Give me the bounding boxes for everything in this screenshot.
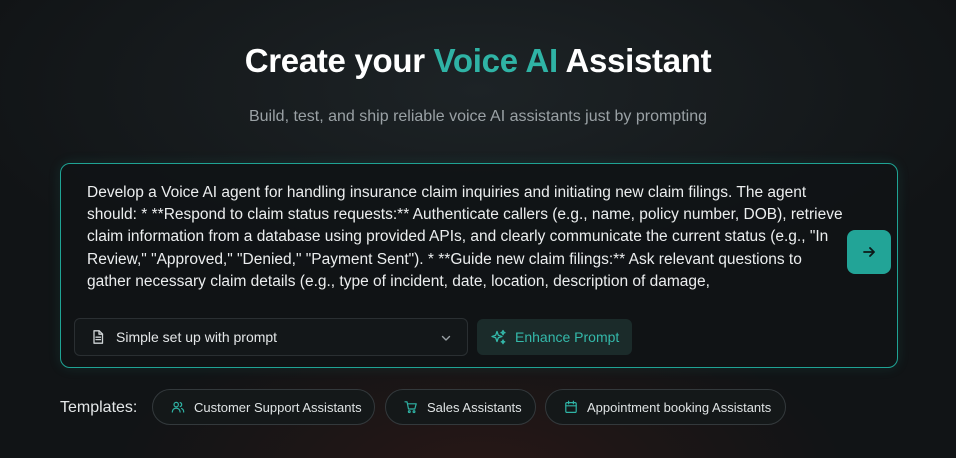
send-button[interactable] xyxy=(847,230,891,274)
template-label: Customer Support Assistants xyxy=(194,399,362,415)
template-label: Sales Assistants xyxy=(427,399,522,415)
sparkle-icon xyxy=(490,329,507,346)
prompt-input[interactable]: Develop a Voice AI agent for handling in… xyxy=(87,182,847,292)
templates-label: Templates: xyxy=(60,399,138,416)
template-sales[interactable]: Sales Assistants xyxy=(385,389,536,425)
template-customer-support[interactable]: Customer Support Assistants xyxy=(152,389,375,425)
page-subtitle: Build, test, and ship reliable voice AI … xyxy=(248,108,707,125)
prompt-card: Develop a Voice AI agent for handling in… xyxy=(60,163,898,368)
enhance-prompt-button[interactable]: Enhance Prompt xyxy=(477,319,632,355)
calendar-icon xyxy=(564,400,578,414)
template-label: Appointment booking Assistants xyxy=(587,399,772,415)
setup-mode-label: Simple set up with prompt xyxy=(116,329,278,345)
setup-mode-select[interactable]: Simple set up with prompt xyxy=(74,318,468,356)
document-icon xyxy=(90,329,106,345)
page-title: Create your Voice AI Assistant xyxy=(0,40,956,82)
template-appointment-booking[interactable]: Appointment booking Assistants xyxy=(545,389,786,425)
title-accent: Voice AI xyxy=(433,42,558,79)
cart-icon xyxy=(404,400,418,414)
chevron-down-icon xyxy=(439,331,453,345)
enhance-prompt-label: Enhance Prompt xyxy=(515,329,620,345)
arrow-right-icon xyxy=(863,247,875,257)
users-icon xyxy=(171,400,185,414)
title-post: Assistant xyxy=(557,42,712,79)
title-pre: Create your xyxy=(244,42,434,79)
